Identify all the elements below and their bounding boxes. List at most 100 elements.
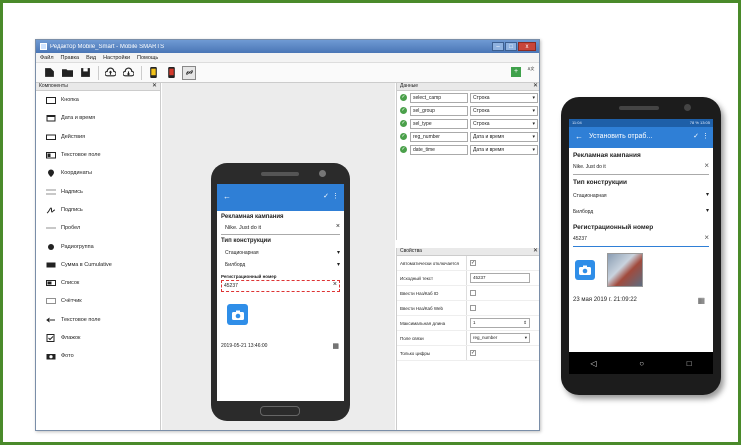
component-item-label: Надпись	[61, 188, 83, 195]
close-panel-icon[interactable]: ✕	[533, 248, 538, 255]
data-field-name[interactable]: date_time	[410, 144, 468, 155]
open-button[interactable]	[60, 66, 74, 80]
data-row[interactable]: ✓ select_camp Строка ▾	[397, 91, 539, 104]
device-red-button[interactable]	[164, 66, 178, 80]
component-item[interactable]: Сумма в Cumulative	[36, 256, 160, 274]
nav-back-button[interactable]: ◁	[590, 359, 596, 368]
close-panel-icon[interactable]: ✕	[152, 83, 157, 90]
menu-view[interactable]: Вид	[86, 55, 96, 61]
property-checkbox[interactable]: ✓	[470, 350, 476, 356]
back-arrow-icon[interactable]: ←	[575, 132, 583, 141]
dropdown-arrow-icon: ▾	[705, 192, 709, 198]
data-field-type-select[interactable]: Дата и время ▾	[470, 131, 538, 142]
device-regnum-field[interactable]: 45237 ×	[573, 233, 709, 247]
data-field-type-select[interactable]: Строка ▾	[470, 92, 538, 103]
device-campaign-field[interactable]: Nike. Just do it ×	[573, 161, 709, 175]
device-yellow-button[interactable]	[146, 66, 160, 80]
component-item-label: Счётчик	[61, 298, 82, 305]
close-panel-icon[interactable]: ✕	[533, 83, 538, 90]
spinner-arrows-icon[interactable]: ⇕	[523, 319, 527, 327]
data-row[interactable]: ✓ sel_type Строка ▾	[397, 117, 539, 130]
device-select-billboard[interactable]: Билборд ▾	[573, 204, 709, 220]
component-item[interactable]: Дата и время	[36, 109, 160, 127]
minimize-button[interactable]: –	[492, 41, 504, 51]
back-arrow-icon[interactable]: ←	[223, 192, 231, 201]
designer-screen: ← ✓ ⋮ Рекламная кампания Nike. Just do i…	[217, 184, 344, 401]
property-checkbox[interactable]	[470, 305, 476, 311]
data-field-type-select[interactable]: Дата и время ▾	[470, 144, 538, 155]
check-icon[interactable]: ✓	[693, 132, 699, 140]
data-row[interactable]: ✓ sel_group Строка ▾	[397, 104, 539, 117]
clear-icon[interactable]: ×	[704, 161, 709, 170]
designer-camera-button[interactable]	[227, 304, 248, 325]
device-date-row[interactable]: 23 мая 2019 г. 21:09:22 ▦	[569, 296, 713, 305]
component-item[interactable]: Фото	[36, 347, 160, 365]
property-checkbox[interactable]: ✓	[470, 260, 476, 266]
designer-select-stationary[interactable]: Стационарная ▾	[221, 247, 340, 259]
property-spinner[interactable]: 1 ⇕	[470, 318, 530, 328]
front-camera	[319, 170, 326, 177]
component-item[interactable]: Кнопка	[36, 91, 160, 109]
data-field-type-select[interactable]: Строка ▾	[470, 105, 538, 116]
data-row[interactable]: ✓ date_time Дата и время ▾	[397, 143, 539, 156]
component-item[interactable]: Текстовое поле	[36, 146, 160, 164]
dropdown-arrow-icon: ▾	[532, 94, 535, 101]
more-vert-icon[interactable]: ⋮	[332, 192, 339, 200]
data-row[interactable]: ✓ reg_number Дата и время ▾	[397, 130, 539, 143]
menu-edit[interactable]: Правка	[61, 55, 80, 61]
data-field-name[interactable]: sel_group	[410, 105, 468, 116]
component-item[interactable]: Список	[36, 274, 160, 292]
component-item[interactable]: Действия	[36, 128, 160, 146]
data-field-type-select[interactable]: Строка ▾	[470, 118, 538, 129]
data-panel-title: Данные	[400, 83, 419, 89]
menu-settings[interactable]: Настройки	[103, 55, 130, 61]
maximize-button[interactable]: □	[505, 41, 517, 51]
device-camera-button[interactable]	[575, 260, 595, 280]
clear-icon[interactable]: ×	[704, 233, 709, 242]
more-vert-icon[interactable]: ⋮	[702, 132, 709, 140]
designer-select-billboard[interactable]: Билборд ▾	[221, 259, 340, 271]
designer-date-row[interactable]: 2019-05-21 13:46:00 ▦	[217, 342, 344, 350]
component-item[interactable]: Подпись	[36, 201, 160, 219]
component-item[interactable]: Радиогруппа	[36, 237, 160, 255]
designer-regnum-field-selected[interactable]: 45237 ×	[221, 280, 340, 292]
property-checkbox[interactable]	[470, 290, 476, 296]
menu-file[interactable]: Файл	[40, 55, 54, 61]
data-field-name[interactable]: select_camp	[410, 92, 468, 103]
save-button[interactable]	[78, 66, 92, 80]
component-item[interactable]: Надпись	[36, 182, 160, 200]
menu-help[interactable]: Помощь	[137, 55, 158, 61]
property-text-input[interactable]: 45237	[470, 273, 530, 283]
data-field-name[interactable]: reg_number	[410, 131, 468, 142]
property-value: 1	[473, 320, 476, 325]
data-field-name[interactable]: sel_type	[410, 118, 468, 129]
clear-icon[interactable]: ×	[333, 281, 337, 288]
nav-recent-button[interactable]: □	[687, 359, 692, 368]
translate-icon[interactable]: Ā文	[527, 66, 535, 78]
device-regnum-value: 45237	[573, 236, 587, 242]
link-button[interactable]	[182, 65, 196, 80]
billboard-photo-thumbnail[interactable]	[607, 253, 643, 287]
check-icon[interactable]: ✓	[323, 192, 329, 200]
nav-home-button[interactable]: ○	[639, 359, 644, 368]
component-item[interactable]: Пробел	[36, 219, 160, 237]
cloud-download-button[interactable]	[121, 66, 135, 80]
device-select-stationary[interactable]: Стационарная ▾	[573, 188, 709, 204]
device-select-stationary-value: Стационарная	[573, 193, 607, 199]
calendar-icon[interactable]: ▦	[332, 342, 339, 350]
component-item[interactable]: Счётчик	[36, 292, 160, 310]
designer-phone-frame: ← ✓ ⋮ Рекламная кампания Nike. Just do i…	[211, 163, 350, 421]
property-select[interactable]: reg_number ▾	[470, 333, 530, 343]
designer-campaign-field[interactable]: Nike. Just do it ×	[221, 223, 340, 235]
component-item[interactable]: Координаты	[36, 164, 160, 182]
new-file-button[interactable]	[42, 66, 56, 80]
calendar-icon[interactable]: ▦	[697, 296, 705, 305]
add-badge-button[interactable]: +	[511, 67, 521, 77]
cloud-upload-button[interactable]	[103, 66, 117, 80]
close-button[interactable]: x	[518, 41, 536, 51]
clear-icon[interactable]: ×	[336, 223, 340, 230]
component-item-label: Текстовое поле	[61, 316, 101, 323]
component-item-label: Флажок	[61, 335, 81, 341]
component-item[interactable]: Текстовое поле	[36, 311, 160, 329]
component-item[interactable]: Флажок	[36, 329, 160, 347]
